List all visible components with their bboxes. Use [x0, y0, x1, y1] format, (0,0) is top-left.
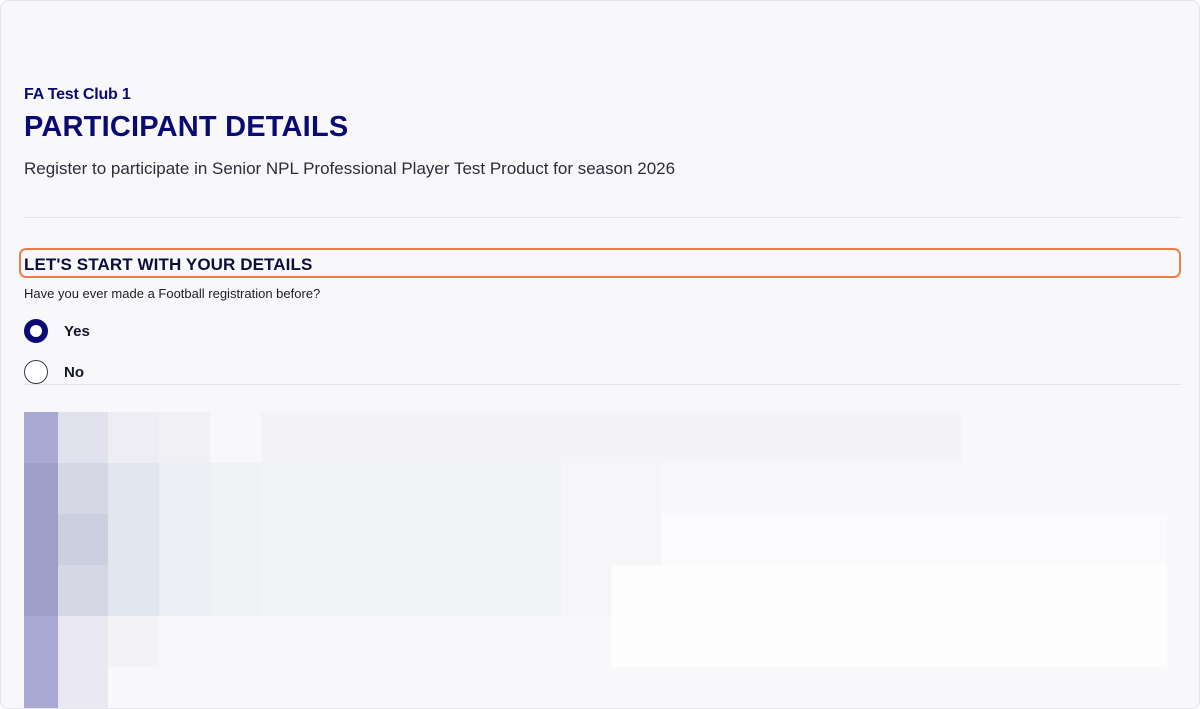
pixel-block	[261, 463, 561, 616]
pixel-block	[58, 412, 108, 463]
pixel-block	[58, 616, 108, 708]
page-subtitle: Register to participate in Senior NPL Pr…	[24, 159, 676, 178]
section-divider	[24, 384, 1181, 385]
obscured-content-area	[24, 412, 1189, 708]
pixel-block	[210, 463, 261, 616]
pixel-block	[58, 514, 108, 565]
pixel-block	[159, 463, 210, 616]
pixel-block	[108, 412, 159, 463]
radio-button-no[interactable]	[24, 360, 48, 384]
club-name: FA Test Club 1	[24, 86, 131, 103]
pixel-block	[24, 463, 58, 616]
pixel-block	[261, 412, 961, 463]
pixel-block	[108, 463, 159, 616]
pixel-block	[159, 412, 210, 463]
header-divider	[24, 217, 1181, 218]
radio-option-yes[interactable]: Yes	[24, 319, 90, 343]
radio-button-yes[interactable]	[24, 319, 48, 343]
pixel-block	[108, 616, 159, 667]
page-title: PARTICIPANT DETAILS	[24, 111, 349, 143]
radio-label-yes: Yes	[64, 322, 90, 340]
page-frame: FA Test Club 1 PARTICIPANT DETAILS Regis…	[0, 0, 1200, 709]
radio-option-no[interactable]: No	[24, 360, 84, 384]
pixel-block	[611, 565, 1167, 667]
radio-label-no: No	[64, 363, 84, 381]
registration-question: Have you ever made a Football registrati…	[24, 286, 321, 301]
section-heading: LET'S START WITH YOUR DETAILS	[24, 255, 313, 274]
